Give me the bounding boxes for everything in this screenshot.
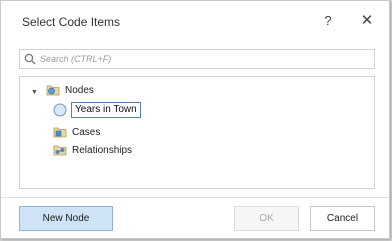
tree-item-cases[interactable]: Cases bbox=[53, 123, 100, 141]
title-bar: Select Code Items ? ✕ bbox=[1, 1, 389, 39]
relationships-folder-icon bbox=[53, 145, 67, 156]
tree-item-nodes-label: Nodes bbox=[65, 84, 94, 96]
tree-item-new-node[interactable]: Years in Town bbox=[53, 101, 141, 119]
ok-button[interactable]: OK bbox=[234, 206, 299, 231]
help-button[interactable]: ? bbox=[319, 12, 337, 30]
code-items-tree[interactable]: ▼ Nodes Years in Town Cases Relationship… bbox=[19, 76, 375, 189]
collapse-caret-icon[interactable]: ▼ bbox=[31, 89, 38, 96]
tree-item-cases-label: Cases bbox=[72, 126, 101, 138]
tree-item-relationships[interactable]: Relationships bbox=[53, 141, 132, 159]
select-code-items-dialog: Select Code Items ? ✕ ▼ Nodes Years in T… bbox=[0, 0, 390, 239]
tree-item-relationships-label: Relationships bbox=[72, 144, 133, 156]
close-button[interactable]: ✕ bbox=[356, 11, 378, 31]
search-icon bbox=[24, 53, 36, 65]
tree-item-nodes[interactable]: Nodes bbox=[46, 81, 94, 99]
search-box[interactable] bbox=[19, 49, 375, 69]
new-node-button[interactable]: New Node bbox=[19, 206, 113, 231]
cases-folder-icon bbox=[53, 127, 67, 138]
node-circle-icon bbox=[53, 103, 67, 117]
footer-divider bbox=[1, 197, 389, 198]
dialog-title: Select Code Items bbox=[22, 15, 121, 29]
nodes-folder-icon bbox=[46, 85, 60, 96]
search-input[interactable] bbox=[40, 51, 360, 67]
node-name-edit-field[interactable]: Years in Town bbox=[71, 102, 141, 118]
cancel-button[interactable]: Cancel bbox=[310, 206, 375, 231]
